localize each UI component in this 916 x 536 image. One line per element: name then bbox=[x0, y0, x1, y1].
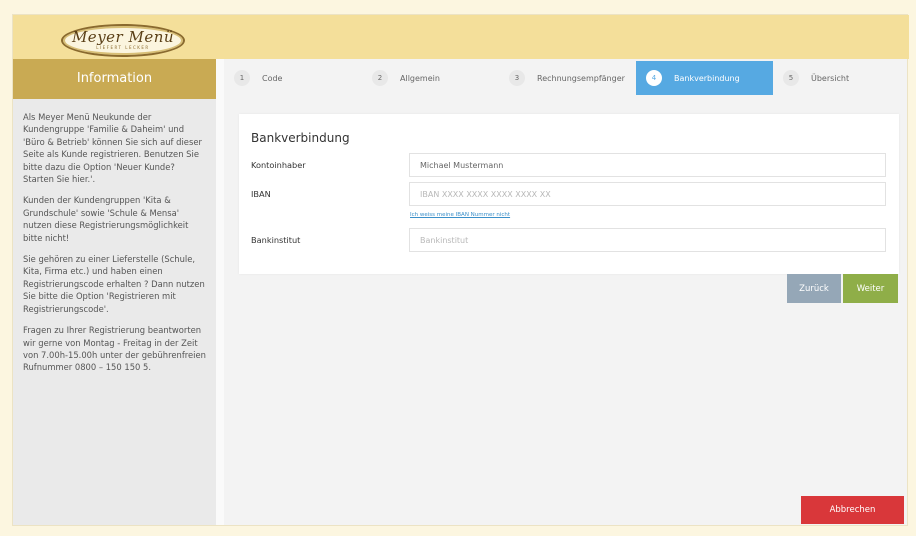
step-uebersicht[interactable]: 5 Übersicht bbox=[773, 61, 909, 95]
info-sidebar: Information Als Meyer Menü Neukunde der … bbox=[13, 59, 216, 525]
sidebar-body: Als Meyer Menü Neukunde der Kundengruppe… bbox=[13, 99, 216, 374]
brand-name: Meyer Menü bbox=[71, 28, 175, 46]
account-holder-label: Kontoinhaber bbox=[251, 160, 306, 170]
info-paragraph: Kunden der Kundengruppen 'Kita & Grundsc… bbox=[23, 195, 189, 243]
header: Meyer Menü LIEFERT LECKER bbox=[13, 15, 909, 59]
brand-logo[interactable]: Meyer Menü LIEFERT LECKER bbox=[61, 24, 185, 57]
step-label: Bankverbindung bbox=[674, 73, 740, 83]
step-label: Code bbox=[262, 73, 283, 83]
step-label: Allgemein bbox=[400, 73, 440, 83]
step-label: Rechnungsempfänger bbox=[537, 73, 625, 83]
step-number: 4 bbox=[646, 70, 662, 86]
sidebar-title: Information bbox=[13, 59, 216, 99]
bank-input[interactable] bbox=[409, 228, 886, 252]
step-rechnungsempfaenger[interactable]: 3 Rechnungsempfänger bbox=[499, 61, 636, 95]
step-number: 3 bbox=[509, 70, 525, 86]
step-bankverbindung[interactable]: 4 Bankverbindung bbox=[636, 61, 773, 95]
bank-form-card: Bankverbindung Kontoinhaber IBAN Ich wei… bbox=[239, 114, 899, 274]
step-allgemein[interactable]: 2 Allgemein bbox=[362, 61, 499, 95]
iban-label: IBAN bbox=[251, 189, 271, 199]
step-code[interactable]: 1 Code bbox=[224, 61, 362, 95]
step-number: 5 bbox=[783, 70, 799, 86]
iban-unknown-link[interactable]: Ich weiss meine IBAN Nummer nicht bbox=[410, 212, 510, 218]
info-paragraph: Sie gehören zu einer Lieferstelle (Schul… bbox=[23, 254, 205, 314]
bank-label: Bankinstitut bbox=[251, 235, 301, 245]
step-number: 1 bbox=[234, 70, 250, 86]
step-number: 2 bbox=[372, 70, 388, 86]
account-holder-input[interactable] bbox=[409, 153, 886, 177]
info-paragraph: Als Meyer Menü Neukunde der Kundengruppe… bbox=[23, 112, 202, 185]
sidebar-divider bbox=[216, 59, 224, 525]
form-title: Bankverbindung bbox=[251, 131, 350, 145]
iban-input[interactable] bbox=[409, 182, 886, 206]
back-button[interactable]: Zurück bbox=[787, 274, 841, 303]
info-paragraph: Fragen zu Ihrer Registrierung beantworte… bbox=[23, 325, 206, 373]
cancel-button[interactable]: Abbrechen bbox=[801, 496, 904, 524]
next-button[interactable]: Weiter bbox=[843, 274, 898, 303]
step-label: Übersicht bbox=[811, 73, 850, 83]
wizard-steps: 1 Code 2 Allgemein 3 Rechnungsempfänger … bbox=[224, 61, 909, 95]
app-frame: Meyer Menü LIEFERT LECKER Information Al… bbox=[12, 14, 909, 526]
